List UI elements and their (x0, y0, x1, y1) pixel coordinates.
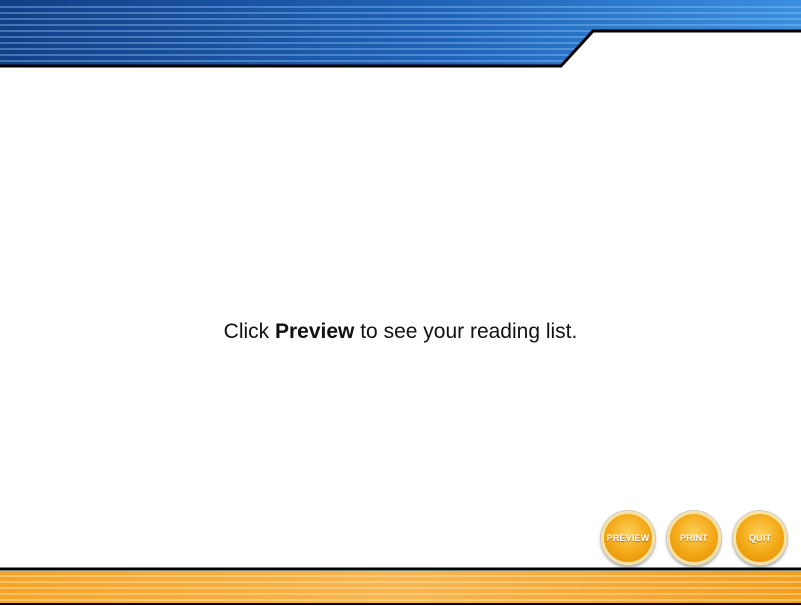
instruction-suffix: to see your reading list. (354, 320, 578, 343)
instruction-bold: Preview (275, 320, 355, 343)
instruction-prefix: Click (223, 320, 275, 343)
header-banner (0, 0, 801, 68)
preview-button[interactable]: PREVIEW (601, 511, 655, 565)
instruction-text: Click Preview to see your reading list. (0, 320, 801, 344)
quit-button[interactable]: QUIT (733, 511, 787, 565)
print-button[interactable]: PRINT (667, 511, 721, 565)
footer-banner (0, 567, 801, 605)
